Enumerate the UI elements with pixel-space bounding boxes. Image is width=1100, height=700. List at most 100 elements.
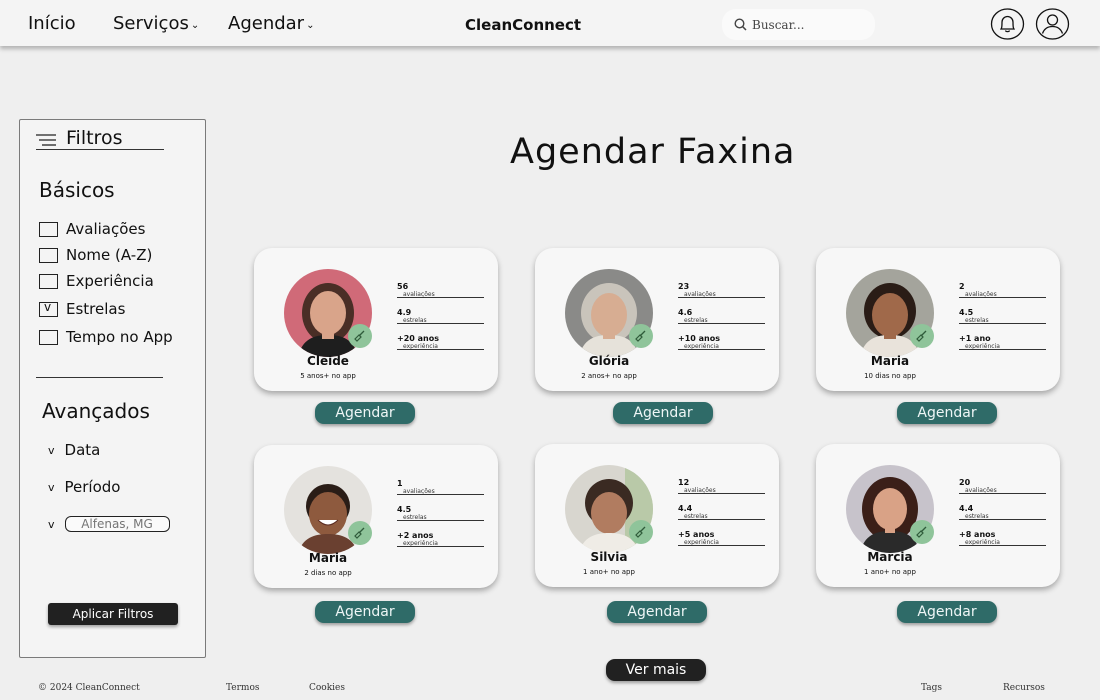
- stat-value: +2 anos: [397, 531, 434, 540]
- search-box[interactable]: [722, 9, 875, 40]
- filters-header: Filtros: [36, 125, 164, 150]
- stat-value: 56: [397, 282, 409, 291]
- chevron-down-icon: ⌄: [306, 20, 315, 31]
- stat-stars: 4.9 estrelas: [397, 308, 484, 324]
- stat-stars: 4.4 estrelas: [678, 504, 765, 520]
- stat-experience: +5 anos experiência: [678, 530, 765, 546]
- cleaner-time-on-app: 10 dias no app: [864, 372, 916, 380]
- stat-label: experiência: [403, 540, 438, 547]
- stat-label: estrelas: [684, 317, 708, 324]
- stat-stars: 4.4 estrelas: [959, 504, 1046, 520]
- filter-option-label: Experiência: [66, 272, 154, 290]
- filter-period-toggle[interactable]: v Período: [48, 477, 120, 497]
- chevron-down-icon: v: [48, 480, 55, 494]
- book-button[interactable]: Agendar: [315, 402, 415, 424]
- page-title: Agendar Faxina: [510, 132, 796, 172]
- nav-link-services[interactable]: Serviços ⌄: [113, 13, 199, 34]
- checkbox[interactable]: [39, 273, 58, 289]
- stat-label: experiência: [684, 343, 719, 350]
- stat-value: 23: [678, 282, 690, 291]
- filter-option-time-on-app[interactable]: Tempo no App: [39, 327, 173, 347]
- stat-value: 2: [959, 282, 965, 291]
- city-input[interactable]: [64, 516, 170, 532]
- stat-value: 4.6: [678, 308, 693, 317]
- checkbox-checked[interactable]: [39, 300, 58, 317]
- stat-label: experiência: [965, 343, 1000, 350]
- stat-experience: +20 anos experiência: [397, 334, 484, 350]
- see-more-button[interactable]: Ver mais: [606, 659, 706, 681]
- filter-option-experience[interactable]: Experiência: [39, 271, 154, 291]
- cleaner-card[interactable]: Maria 2 dias no app 1 avaliações 4.5 estre…: [254, 445, 498, 588]
- stat-reviews: 1 avaliações: [397, 479, 484, 495]
- book-button[interactable]: Agendar: [613, 402, 713, 424]
- chevron-down-icon[interactable]: v: [48, 518, 55, 531]
- chevron-down-icon: ⌄: [190, 20, 200, 31]
- stat-value: 4.5: [959, 308, 974, 317]
- stat-value: +8 anos: [959, 530, 996, 539]
- cleaner-name: Maria: [870, 354, 910, 368]
- divider: [36, 377, 163, 378]
- filter-option-stars[interactable]: Estrelas: [39, 299, 125, 319]
- cleaner-time-on-app: 1 ano+ no app: [583, 568, 635, 576]
- footer-link-resources[interactable]: Recursos: [1003, 683, 1045, 693]
- cleaner-card[interactable]: Marcia 1 ano+ no app 20 avaliações 4.4 est…: [816, 444, 1060, 587]
- stat-label: avaliações: [965, 291, 997, 298]
- nav-schedule-label: Agendar: [228, 13, 305, 34]
- cleaner-card[interactable]: Cleide 5 anos+ no app 56 avaliações 4.9 es…: [254, 248, 498, 391]
- stat-label: experiência: [965, 539, 1000, 546]
- cleaner-card[interactable]: Glória 2 anos+ no app 23 avaliações 4.6 es…: [535, 248, 779, 391]
- cleaner-name: Glória: [588, 354, 630, 368]
- search-input[interactable]: [752, 15, 867, 35]
- stat-label: estrelas: [403, 317, 427, 324]
- filter-date-toggle[interactable]: v Data: [48, 440, 100, 460]
- cleaner-name: Silvia: [590, 550, 628, 564]
- filter-option-label: Nome (A-Z): [66, 246, 153, 264]
- broom-icon: [348, 324, 372, 348]
- brand-logo[interactable]: CleanConnect: [465, 16, 581, 34]
- cleaner-card[interactable]: Silvia 1 ano+ no app 12 avaliações 4.4 est…: [535, 444, 779, 587]
- stat-value: +1 ano: [959, 334, 991, 343]
- stat-label: avaliações: [403, 291, 435, 298]
- filters-title: Filtros: [66, 127, 123, 149]
- chevron-down-icon: v: [48, 443, 55, 457]
- stat-reviews: 23 avaliações: [678, 282, 765, 298]
- checkbox[interactable]: [39, 221, 58, 237]
- top-nav-bar: Início Serviços ⌄ Agendar ⌄ CleanConnect: [0, 0, 1100, 46]
- stat-value: 4.9: [397, 308, 412, 317]
- book-button[interactable]: Agendar: [607, 601, 707, 623]
- stat-label: avaliações: [684, 487, 716, 494]
- stat-label: experiência: [684, 539, 719, 546]
- stat-experience: +8 anos experiência: [959, 530, 1046, 546]
- nav-link-home[interactable]: Início: [28, 13, 76, 34]
- footer-link-tags[interactable]: Tags: [921, 683, 942, 693]
- book-button[interactable]: Agendar: [897, 402, 997, 424]
- user-profile-icon[interactable]: [1035, 8, 1070, 40]
- stat-label: avaliações: [403, 488, 435, 495]
- stat-value: +10 anos: [678, 334, 720, 343]
- broom-icon: [910, 324, 934, 348]
- stat-stars: 4.5 estrelas: [397, 505, 484, 521]
- cleaner-card[interactable]: Maria 10 dias no app 2 avaliações 4.5 estr…: [816, 248, 1060, 391]
- bell-icon[interactable]: [990, 8, 1025, 40]
- footer-link-terms[interactable]: Termos: [226, 683, 260, 693]
- checkbox[interactable]: [39, 247, 58, 263]
- book-button[interactable]: Agendar: [315, 601, 415, 623]
- cleaner-time-on-app: 2 anos+ no app: [581, 372, 637, 380]
- filter-option-name[interactable]: Nome (A-Z): [39, 245, 152, 265]
- nav-link-schedule[interactable]: Agendar ⌄: [228, 13, 314, 34]
- stat-value: +20 anos: [397, 334, 439, 343]
- cleaner-time-on-app: 2 dias no app: [304, 569, 352, 577]
- filter-option-label: Tempo no App: [66, 328, 173, 346]
- stat-reviews: 56 avaliações: [397, 282, 484, 298]
- stat-label: estrelas: [965, 317, 989, 324]
- cleaner-name: Marcia: [867, 550, 913, 564]
- checkbox[interactable]: [39, 329, 58, 345]
- filter-option-reviews[interactable]: Avaliações: [39, 219, 145, 239]
- basic-filters-title: Básicos: [39, 178, 115, 202]
- stat-reviews: 2 avaliações: [959, 282, 1046, 298]
- book-button[interactable]: Agendar: [897, 601, 997, 623]
- stat-value: 4.5: [397, 505, 412, 514]
- apply-filters-button[interactable]: Aplicar Filtros: [48, 603, 178, 625]
- footer-link-cookies[interactable]: Cookies: [309, 683, 345, 693]
- footer-copyright: © 2024 CleanConnect: [38, 683, 140, 693]
